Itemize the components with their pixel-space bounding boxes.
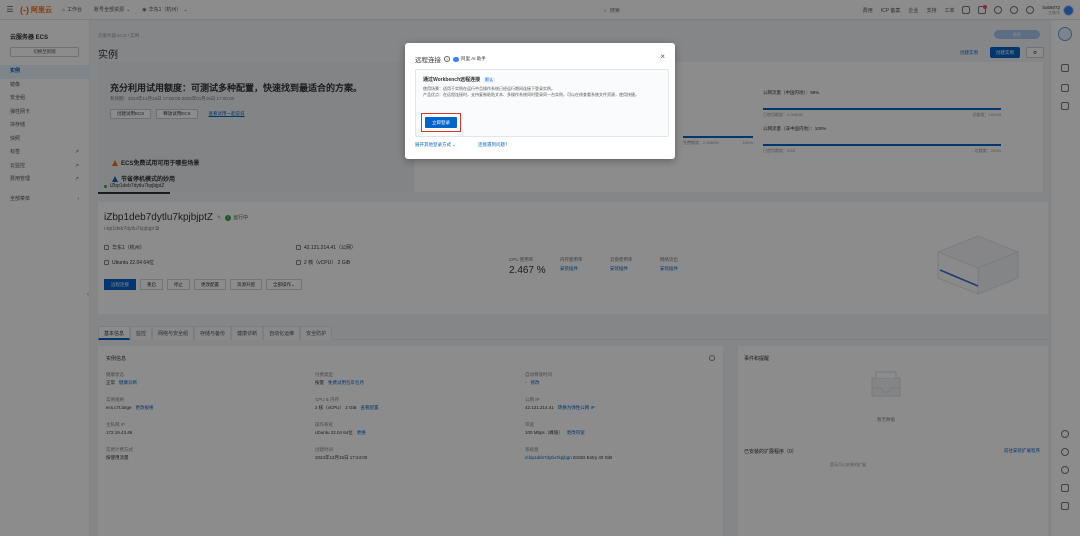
card-description: 使用场景：适用于实例在运行中且操作系统已经运行期间连接下登录实例。 产品优点：在… [423, 86, 663, 97]
remote-connect-dialog: 远程连接 ? 阿里 AI 助手 × 通过Workbench远程连接 默认 使用场… [405, 43, 675, 159]
help-icon[interactable]: ? [444, 56, 450, 62]
ai-assistant-link[interactable]: 阿里 AI 助手 [453, 56, 486, 62]
card-desc-line: 产品优点：在远程连接时，支持复制粘贴文本、多操作系统同时登录同一台实例，可以在线… [423, 91, 639, 97]
other-login-methods-link[interactable]: 展开其他登录方式 ⌄ [415, 142, 456, 148]
dialog-title: 远程连接 [415, 57, 441, 64]
ai-icon [453, 56, 459, 62]
dialog-title-row: 远程连接 ? 阿里 AI 助手 [415, 54, 486, 64]
login-highlight: 立即登录 [421, 113, 461, 132]
card-title: 通过Workbench远程连接 [423, 77, 481, 83]
card-title-row: 通过Workbench远程连接 默认 [423, 76, 496, 83]
dialog-footer: 展开其他登录方式 ⌄ 连接遇到问题？ [415, 142, 510, 148]
other-login-methods-label: 展开其他登录方式 [415, 142, 451, 147]
ai-assistant-label: 阿里 AI 助手 [461, 56, 486, 61]
default-tag: 默认 [483, 76, 496, 83]
connection-problem-link[interactable]: 连接遇到问题？ [478, 142, 510, 148]
workbench-option-card: 通过Workbench远程连接 默认 使用场景：适用于实例在运行中且操作系统已经… [415, 69, 669, 137]
close-icon[interactable]: × [660, 52, 665, 61]
login-now-button[interactable]: 立即登录 [425, 117, 457, 128]
